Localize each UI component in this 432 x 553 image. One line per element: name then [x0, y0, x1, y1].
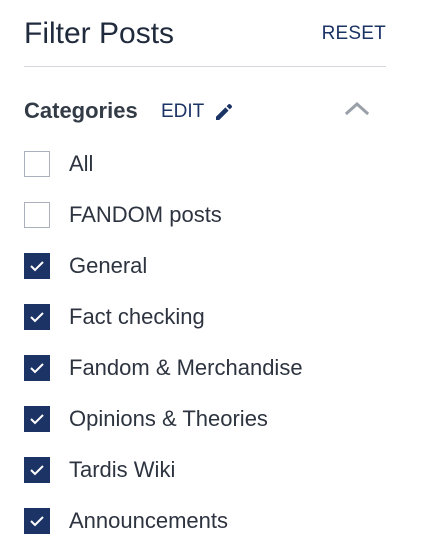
checkmark-icon [30, 465, 44, 476]
category-item[interactable]: FANDOM posts [24, 200, 386, 251]
category-item[interactable]: Fandom & Merchandise [24, 353, 386, 404]
category-item[interactable]: Announcements [24, 506, 386, 553]
category-item[interactable]: All [24, 149, 386, 200]
category-checkbox[interactable] [24, 151, 50, 177]
reset-button[interactable]: RESET [322, 22, 386, 46]
categories-title: Categories [24, 98, 138, 123]
category-checkbox[interactable] [24, 457, 50, 483]
checkmark-icon [30, 516, 44, 527]
category-label: Fact checking [69, 304, 205, 329]
category-checkbox[interactable] [24, 253, 50, 279]
checkmark-icon [30, 414, 44, 425]
checkmark-icon [30, 363, 44, 374]
panel-header: Filter Posts RESET [24, 0, 386, 67]
category-item[interactable]: Tardis Wiki [24, 455, 386, 506]
edit-label: EDIT [161, 101, 205, 122]
category-label: FANDOM posts [69, 202, 222, 227]
category-label: Announcements [69, 508, 228, 533]
category-item[interactable]: Fact checking [24, 302, 386, 353]
category-label: Fandom & Merchandise [69, 355, 303, 380]
page-title: Filter Posts [24, 17, 175, 50]
edit-categories-button[interactable]: EDIT [161, 99, 234, 125]
categories-header: Categories EDIT [24, 94, 386, 156]
category-item[interactable]: Opinions & Theories [24, 404, 386, 455]
category-checkbox[interactable] [24, 508, 50, 534]
category-label: Opinions & Theories [69, 406, 268, 431]
pencil-icon [216, 103, 233, 120]
category-label: Tardis Wiki [69, 457, 176, 482]
checkmark-icon [30, 261, 44, 272]
category-checkbox[interactable] [24, 304, 50, 330]
category-checkbox[interactable] [24, 406, 50, 432]
category-list: All FANDOM posts General Fact checking Fando… [24, 149, 386, 553]
category-item[interactable]: General [24, 251, 386, 302]
chevron-up-icon[interactable] [344, 100, 370, 121]
filter-posts-panel: Filter Posts RESET Categories EDIT All FA… [24, 0, 386, 534]
category-checkbox[interactable] [24, 355, 50, 381]
category-label: General [69, 253, 148, 278]
checkmark-icon [30, 312, 44, 323]
category-checkbox[interactable] [24, 202, 50, 228]
category-label: All [69, 151, 94, 176]
